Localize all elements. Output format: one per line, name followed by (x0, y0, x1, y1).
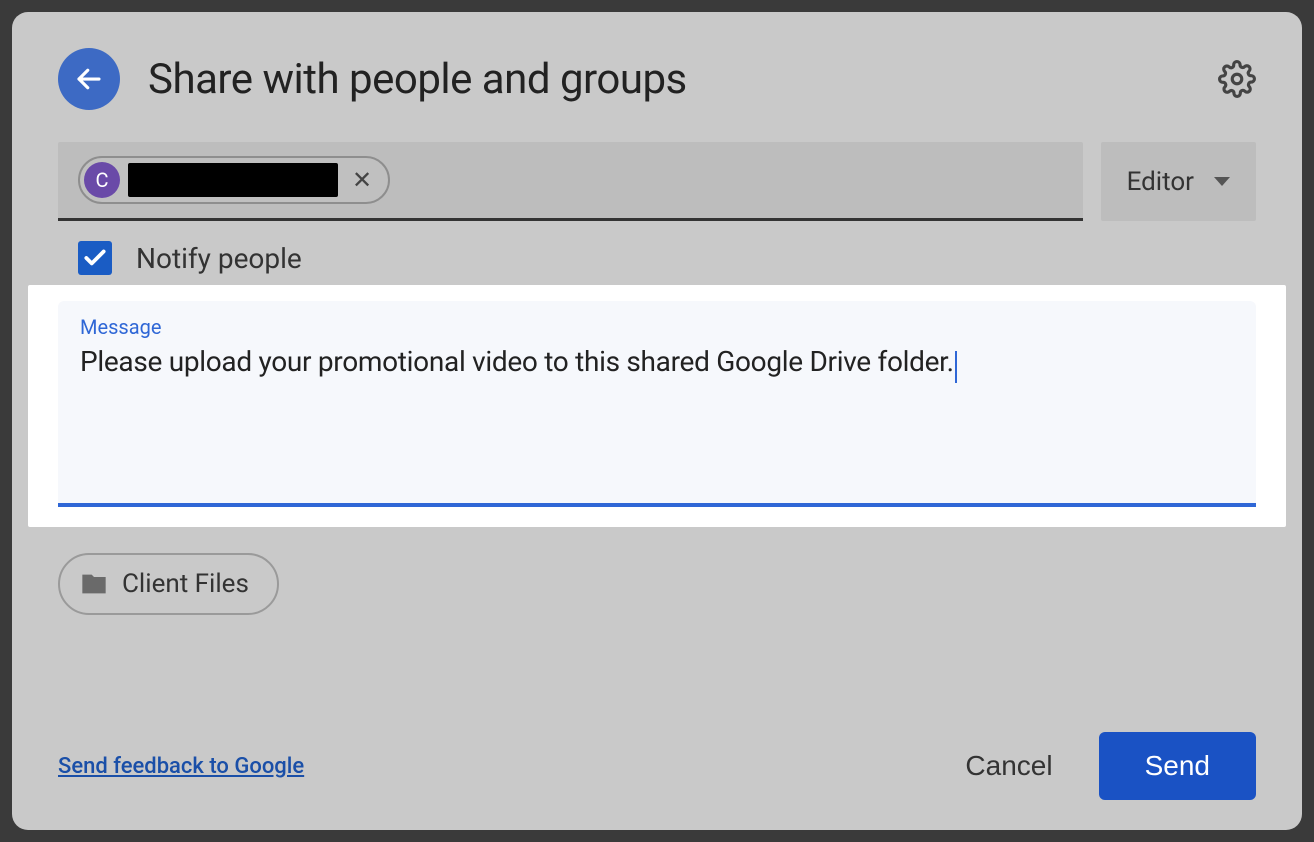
dialog-footer: Send feedback to Google Cancel Send (58, 702, 1256, 800)
remove-recipient-icon[interactable]: ✕ (346, 168, 378, 192)
attached-file-chip[interactable]: Client Files (58, 553, 279, 615)
notify-label: Notify people (136, 242, 302, 275)
back-button[interactable] (58, 48, 120, 110)
avatar: C (84, 162, 120, 198)
share-dialog: Share with people and groups C ✕ Editor … (12, 12, 1302, 830)
cancel-button[interactable]: Cancel (935, 736, 1082, 796)
attached-file-name: Client Files (122, 569, 249, 599)
message-field-label: Message (80, 315, 1234, 339)
check-icon (82, 245, 108, 271)
recipient-row: C ✕ Editor (58, 142, 1256, 221)
send-feedback-link[interactable]: Send feedback to Google (58, 754, 304, 779)
chevron-down-icon (1214, 177, 1230, 186)
folder-icon (80, 570, 108, 598)
recipient-chip[interactable]: C ✕ (78, 156, 390, 204)
message-input[interactable]: Message Please upload your promotional v… (58, 301, 1256, 507)
message-section: Message Please upload your promotional v… (28, 285, 1286, 527)
people-input[interactable]: C ✕ (58, 142, 1083, 221)
role-selected-label: Editor (1127, 167, 1194, 197)
settings-icon[interactable] (1218, 60, 1256, 98)
role-dropdown[interactable]: Editor (1101, 142, 1256, 221)
dialog-header: Share with people and groups (58, 48, 1256, 110)
dialog-title: Share with people and groups (148, 55, 1190, 104)
arrow-left-icon (74, 64, 104, 94)
send-button[interactable]: Send (1099, 732, 1256, 800)
recipient-name-redacted (128, 163, 338, 197)
message-text: Please upload your promotional video to … (80, 345, 954, 378)
notify-checkbox[interactable] (78, 241, 112, 275)
text-cursor (955, 351, 957, 383)
notify-row: Notify people (58, 241, 1256, 275)
